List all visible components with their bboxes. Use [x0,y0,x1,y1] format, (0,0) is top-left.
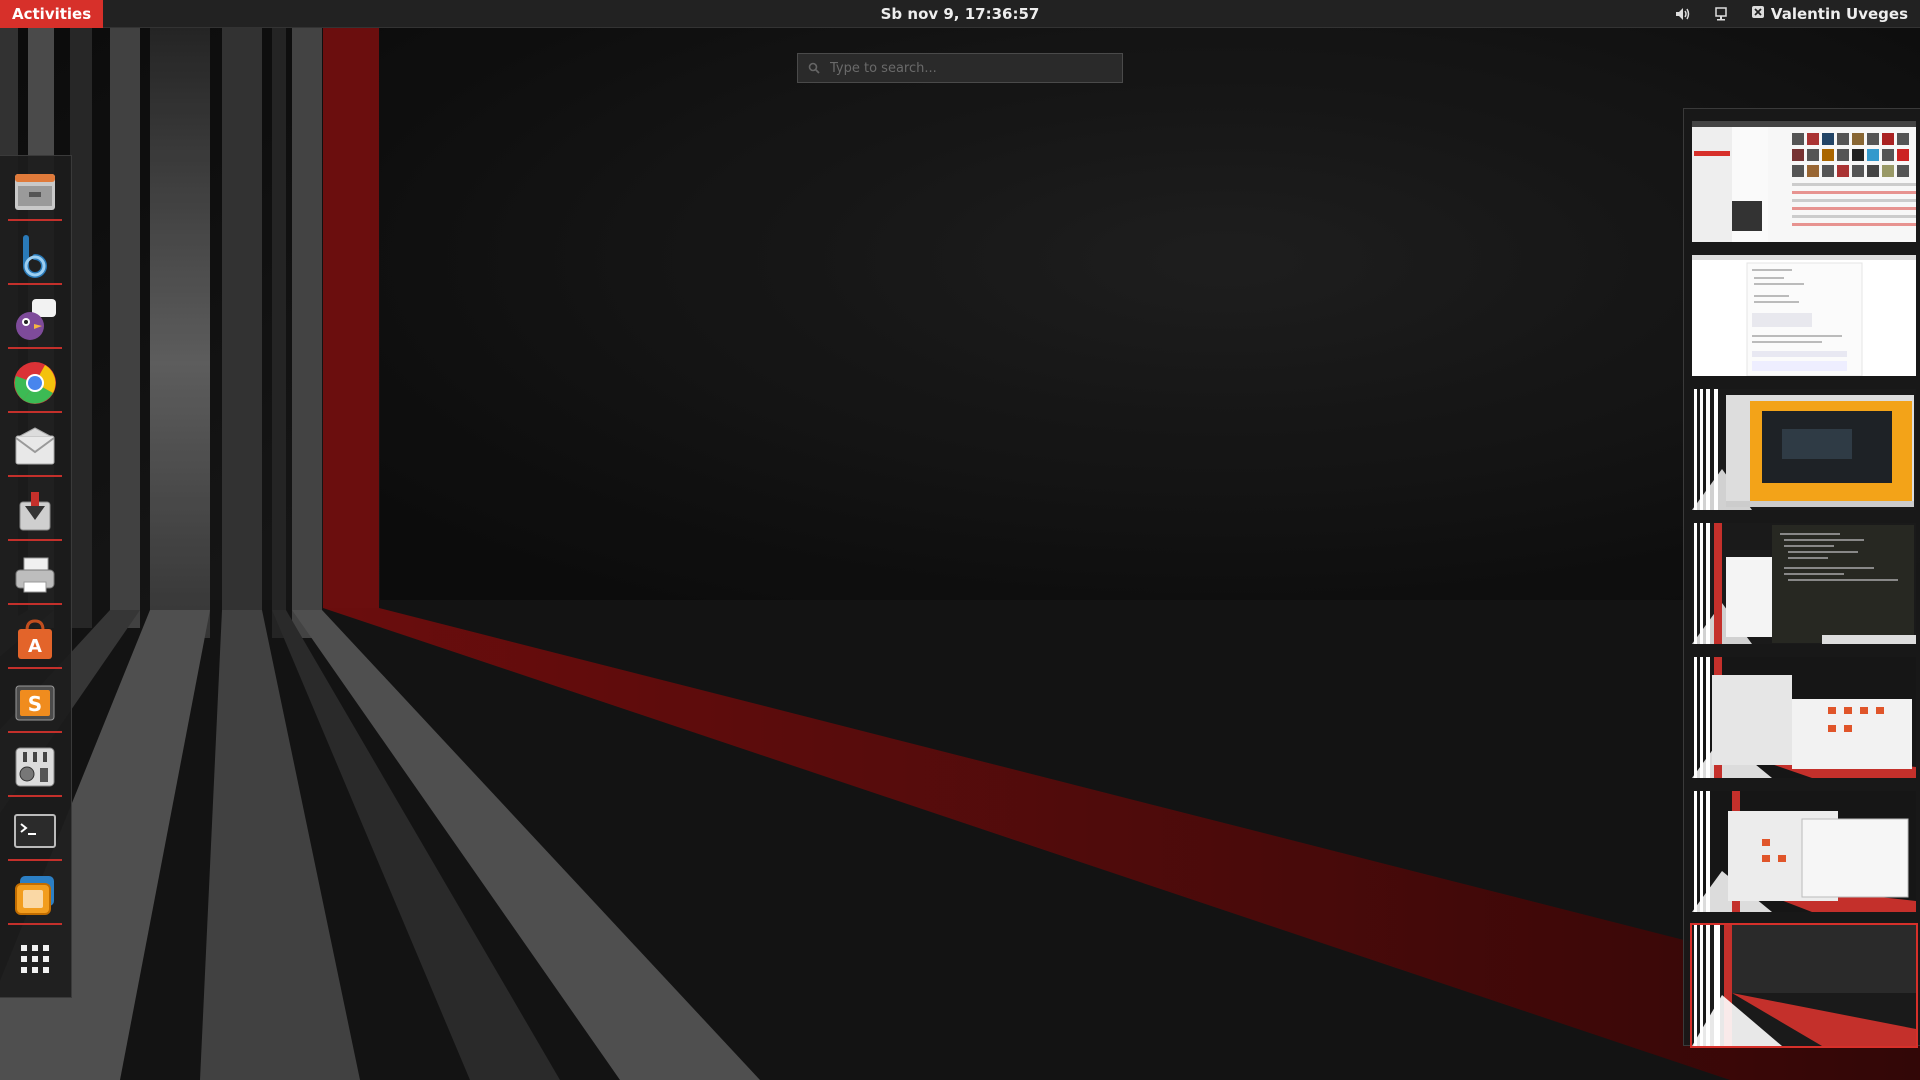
download-icon [19,492,51,531]
chrome-icon [14,362,56,404]
clock-button[interactable]: Sb nov 9, 17:36:57 [881,5,1040,23]
dash: A S [0,155,72,998]
dash-item-chrome[interactable] [10,358,60,408]
user-icon [1751,5,1765,23]
grid-icon [21,945,49,973]
pidgin-icon [16,299,56,340]
dash-item-sublime-text[interactable]: S [10,678,60,728]
equalizer-icon [15,747,55,787]
search-box[interactable] [797,53,1123,83]
network-icon[interactable] [1713,6,1729,22]
dash-item-printer[interactable] [10,550,60,600]
dash-item-mixer[interactable] [10,742,60,792]
activities-button[interactable]: Activities [0,0,104,28]
terminal-icon [14,814,56,848]
user-name: Valentin Uveges [1770,5,1908,23]
svg-text:S: S [28,692,42,716]
workspace-thumbnail-3[interactable] [1692,389,1916,510]
dash-item-transmission[interactable] [10,486,60,536]
envelope-icon [15,427,55,465]
virtualbox-icon [15,876,54,915]
dash-item-virtualbox[interactable] [10,870,60,920]
clock-container: Sb nov 9, 17:36:57 [0,5,1920,23]
desktop-wallpaper [0,0,1920,1080]
svg-text:A: A [28,636,42,657]
dash-item-pidgin[interactable] [10,294,60,344]
show-applications-button[interactable] [10,934,60,984]
workspace-thumbnail-6[interactable] [1692,791,1916,912]
file-cabinet-icon [15,174,55,210]
workspace-thumbnail-4[interactable] [1692,523,1916,644]
system-tray: Valentin Uveges [1675,0,1908,28]
printer-icon [15,557,55,593]
search-icon [808,59,820,78]
user-menu[interactable]: Valentin Uveges [1751,5,1908,23]
search-input[interactable] [828,59,1112,77]
volume-icon[interactable] [1675,6,1691,22]
dash-item-terminal[interactable] [10,806,60,856]
dash-item-banshee[interactable] [10,230,60,280]
workspace-thumbnail-5[interactable] [1692,657,1916,778]
workspace-thumbnail-2[interactable] [1692,255,1916,376]
sublime-icon: S [15,685,55,721]
workspace-switcher [1683,108,1920,1048]
workspace-thumbnail-1[interactable] [1692,121,1916,242]
shopping-bag-icon: A [18,619,52,659]
dash-item-software-center[interactable]: A [10,614,60,664]
top-bar: Activities Sb nov 9, 17:36:57 Valentin U… [0,0,1920,28]
banshee-icon [23,235,47,278]
dash-item-mail[interactable] [10,422,60,472]
workspace-thumbnail-7[interactable] [1690,923,1918,1048]
dash-item-files[interactable] [10,166,60,216]
